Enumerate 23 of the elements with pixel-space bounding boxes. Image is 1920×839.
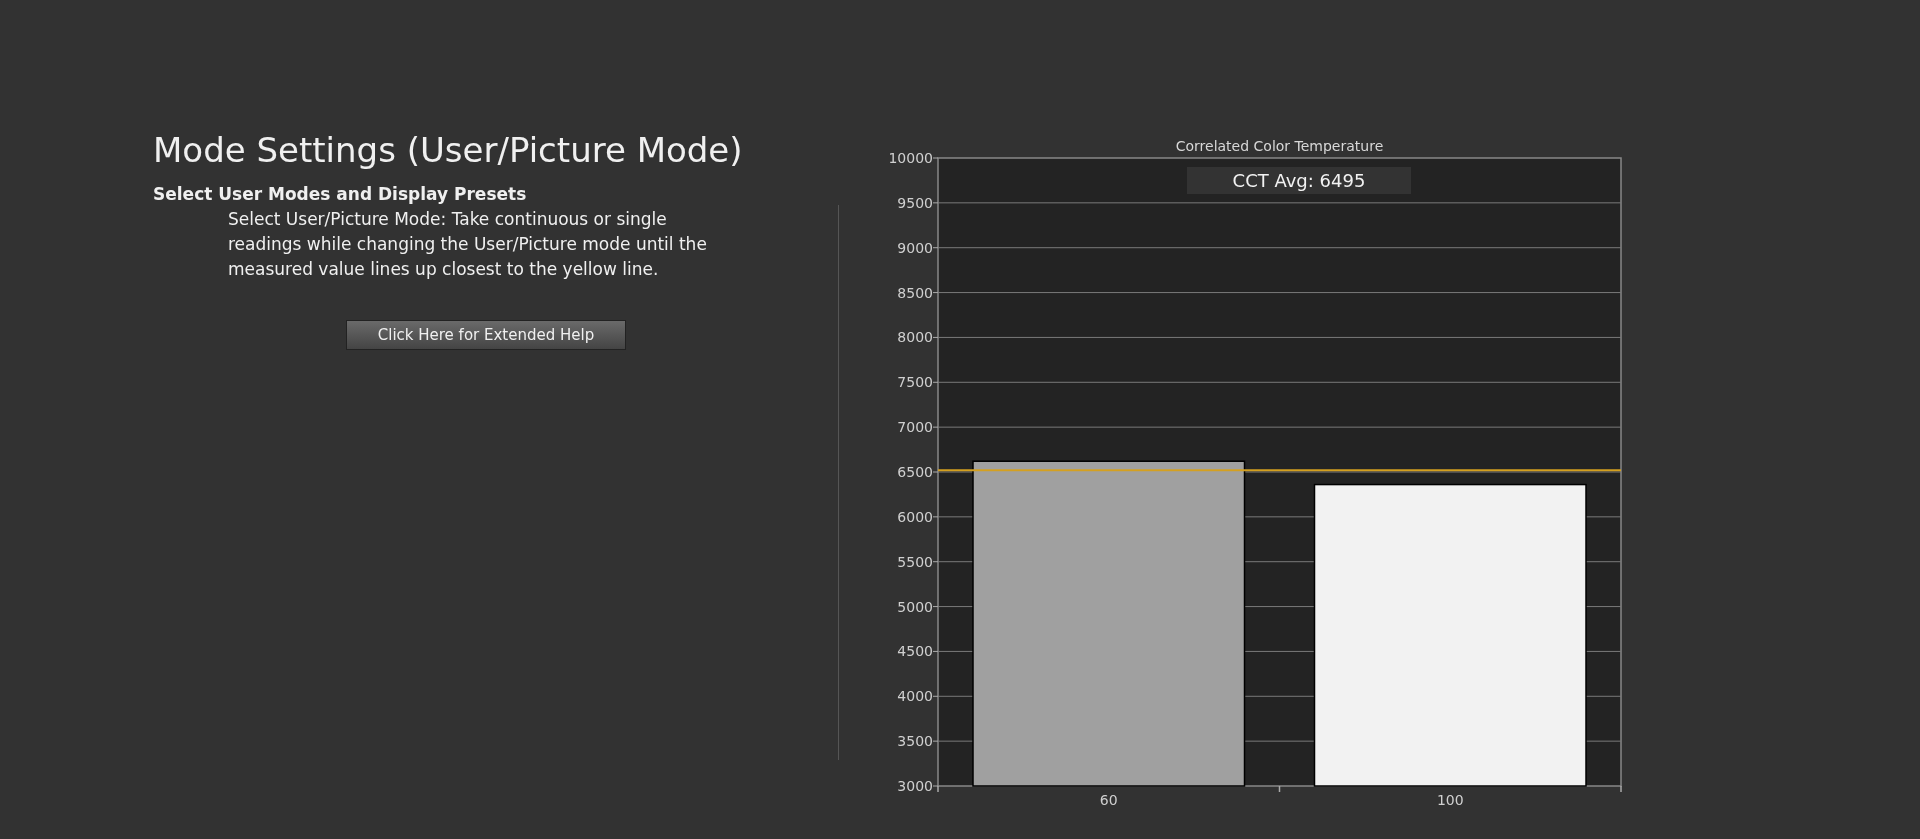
y-tick-label: 4000 [897,688,933,705]
instruction-text: Select User/Picture Mode: Take continuous or single readings while changing the User/Picture mode until the measured value lines up closest to the yellow line. [228,207,708,281]
y-tick-label: 5500 [897,553,933,570]
y-tick-label: 3000 [897,778,933,794]
y-tick-label: 3500 [897,733,933,750]
section-subheading: Select User Modes and Display Presets [153,182,527,205]
y-tick-label: 10000 [888,150,933,166]
y-tick-label: 9500 [897,194,933,211]
chart-title: Correlated Color Temperature [1175,138,1384,154]
y-tick-label: 7000 [897,419,933,436]
y-tick-label: 4500 [897,643,933,660]
y-tick-label: 6000 [897,508,933,525]
y-tick-label: 7500 [897,374,933,391]
y-tick-label: 8000 [897,329,933,346]
extended-help-button[interactable]: Click Here for Extended Help [346,319,626,351]
average-label: CCT Avg: 6495 [1187,167,1411,194]
x-tick-label: 100 [1436,792,1464,808]
y-tick-label: 5000 [897,598,933,615]
y-tick-label: 6500 [897,464,933,480]
page-heading: Mode Settings (User/Picture Mode) [153,130,743,171]
y-tick-label: 8500 [897,284,933,301]
x-tick-label: 60 [1099,792,1118,808]
y-tick-label: 9000 [897,239,933,256]
